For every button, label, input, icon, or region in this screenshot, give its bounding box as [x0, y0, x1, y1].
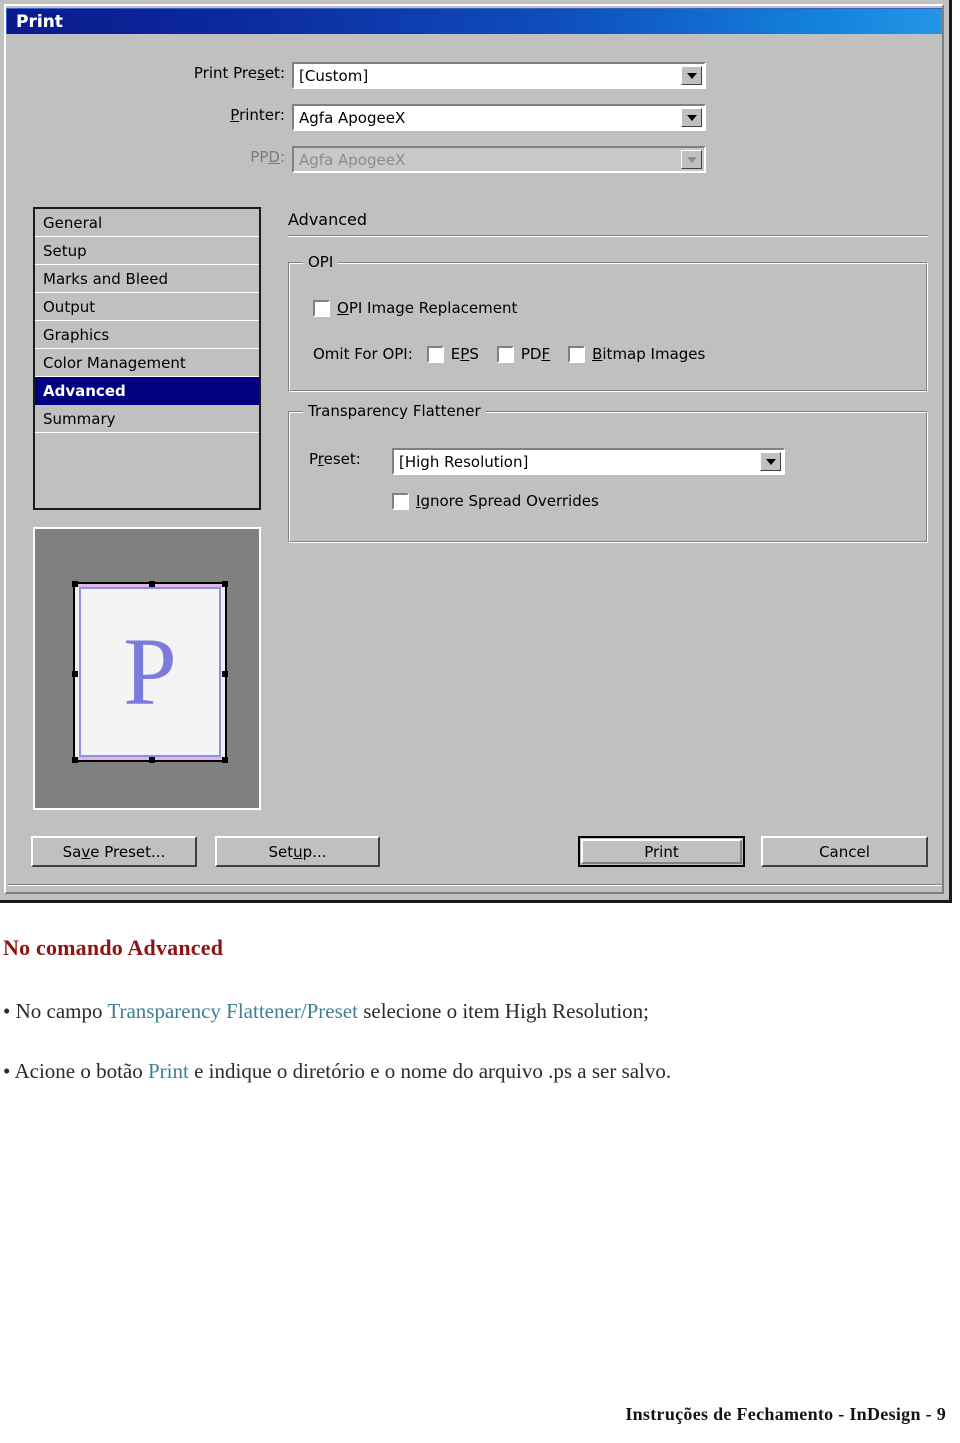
handle-top-center	[149, 581, 155, 587]
handle-top-left	[72, 581, 78, 587]
bullet-2-part-3: e indique o diretório e o nome do arquiv…	[188, 1059, 672, 1083]
ppd-row: PPD:	[160, 148, 285, 166]
checkbox-icon[interactable]	[426, 345, 444, 363]
bullet-1-part-3: selecione o item High Resolution;	[357, 999, 649, 1023]
flattener-preset-label-wrap: Preset:	[309, 450, 361, 468]
cancel-button[interactable]: Cancel	[761, 836, 928, 867]
omit-for-opi-row: Omit For OPI: EPS PDF Bitmap Images	[313, 345, 705, 363]
page-footer: Instruções de Fechamento - InDesign - 9	[625, 1404, 946, 1424]
omit-option-bitmap-images[interactable]: Bitmap Images	[568, 345, 705, 363]
handle-bottom-center	[149, 757, 155, 763]
sidebar-item-general[interactable]: General	[35, 209, 259, 237]
print-dialog-screenshot: Print Print Preset: [Custom] Printer: Ag…	[0, 0, 952, 903]
setup-button[interactable]: Setup...	[215, 836, 380, 867]
pane-title-divider	[288, 235, 928, 237]
save-preset-button-label: Save Preset...	[62, 842, 166, 861]
chevron-down-icon[interactable]	[681, 66, 702, 85]
omit-option-eps-label: EPS	[450, 345, 479, 363]
handle-middle-left	[72, 671, 78, 677]
print-preset-value: [Custom]	[299, 66, 369, 85]
sidebar-item-advanced[interactable]: Advanced	[35, 377, 259, 405]
save-preset-button[interactable]: Save Preset...	[31, 836, 197, 867]
checkbox-icon[interactable]	[313, 299, 330, 317]
ppd-value: Agfa ApogeeX	[299, 150, 406, 169]
ignore-spread-overrides-label: Ignore Spread Overrides	[416, 492, 599, 510]
printer-label: Printer:	[230, 106, 285, 124]
sidebar-item-label: Advanced	[43, 381, 126, 400]
printer-row: Printer:	[160, 106, 285, 124]
dialog-title: Print	[16, 11, 63, 32]
omit-option-bitmap-images-label: Bitmap Images	[592, 345, 706, 363]
checkbox-icon[interactable]	[392, 492, 409, 510]
preview-page: P	[72, 581, 228, 763]
sidebar-item-summary[interactable]: Summary	[35, 405, 259, 433]
omit-option-pdf[interactable]: PDF	[496, 345, 551, 363]
document-body: No comando Advanced • No campo Transpare…	[0, 903, 960, 1443]
sidebar-item-output[interactable]: Output	[35, 293, 259, 321]
instruction-bullet-1: • No campo Transparency Flattener/Preset…	[3, 998, 943, 1024]
omit-option-eps[interactable]: EPS	[426, 345, 479, 363]
sidebar-item-color-management[interactable]: Color Management	[35, 349, 259, 377]
handle-bottom-right	[222, 757, 228, 763]
checkbox-icon[interactable]	[496, 345, 514, 363]
handle-middle-right	[222, 671, 228, 677]
pane-title: Advanced	[288, 210, 368, 229]
print-preset-row: Print Preset:	[160, 64, 285, 82]
flattener-preset-label: Preset:	[309, 450, 361, 468]
page-preview: P	[33, 527, 261, 810]
setup-button-label: Setup...	[268, 842, 327, 861]
flattener-preset-value: [High Resolution]	[399, 452, 529, 471]
dialog-titlebar[interactable]: Print	[6, 8, 942, 34]
sidebar-item-setup[interactable]: Setup	[35, 237, 259, 265]
sidebar-item-label: General	[43, 213, 103, 232]
settings-category-list[interactable]: General Setup Marks and Bleed Output Gra…	[33, 207, 261, 510]
opi-image-replacement-label: OPI Image Replacement	[337, 299, 518, 317]
bullet-1-part-1: No campo	[15, 999, 108, 1023]
print-button-label: Print	[644, 842, 679, 861]
omit-option-pdf-label: PDF	[520, 345, 551, 363]
sidebar-item-marks-and-bleed[interactable]: Marks and Bleed	[35, 265, 259, 293]
print-preset-label: Print Preset:	[193, 64, 285, 82]
bullet-marker: •	[3, 1059, 11, 1083]
sidebar-item-label: Color Management	[43, 353, 186, 372]
opi-group-label: OPI	[303, 253, 339, 271]
checkbox-icon[interactable]	[568, 345, 586, 363]
print-preset-combo[interactable]: [Custom]	[292, 62, 706, 89]
sidebar-item-label: Setup	[43, 241, 87, 260]
button-bar-divider	[8, 884, 942, 886]
bullet-2-part-1: Acione o botão	[14, 1059, 148, 1083]
transparency-flattener-group-label: Transparency Flattener	[303, 402, 486, 420]
chevron-down-icon	[681, 150, 702, 169]
ppd-combo: Agfa ApogeeX	[292, 146, 706, 173]
bullet-marker: •	[3, 999, 11, 1023]
sidebar-item-graphics[interactable]: Graphics	[35, 321, 259, 349]
printer-value: Agfa ApogeeX	[299, 108, 406, 127]
printer-combo[interactable]: Agfa ApogeeX	[292, 104, 706, 131]
ignore-spread-overrides-row[interactable]: Ignore Spread Overrides	[392, 492, 599, 510]
chevron-down-icon[interactable]	[681, 108, 702, 127]
instruction-bullet-2: • Acione o botão Print e indique o diret…	[3, 1058, 943, 1084]
bullet-1-highlight: Transparency Flattener/Preset	[107, 999, 358, 1023]
handle-top-right	[222, 581, 228, 587]
sidebar-item-label: Summary	[43, 409, 116, 428]
flattener-preset-combo[interactable]: [High Resolution]	[392, 448, 785, 475]
sidebar-item-label: Marks and Bleed	[43, 269, 168, 288]
bullet-2-highlight: Print	[148, 1059, 189, 1083]
preview-page-letter: P	[123, 618, 177, 725]
sidebar-item-label: Graphics	[43, 325, 110, 344]
omit-for-opi-label: Omit For OPI:	[313, 345, 413, 363]
print-button[interactable]: Print	[578, 836, 745, 867]
ppd-label: PPD:	[250, 148, 285, 166]
chevron-down-icon[interactable]	[760, 452, 781, 471]
opi-image-replacement-checkbox-row[interactable]: OPI Image Replacement	[313, 299, 517, 317]
section-heading: No comando Advanced	[3, 935, 224, 960]
sidebar-item-label: Output	[43, 297, 96, 316]
opi-group: OPI OPI Image Replacement Omit For OPI: …	[288, 253, 928, 392]
transparency-flattener-group: Transparency Flattener Preset: [High Res…	[288, 402, 928, 543]
handle-bottom-left	[72, 757, 78, 763]
cancel-button-label: Cancel	[819, 842, 870, 861]
